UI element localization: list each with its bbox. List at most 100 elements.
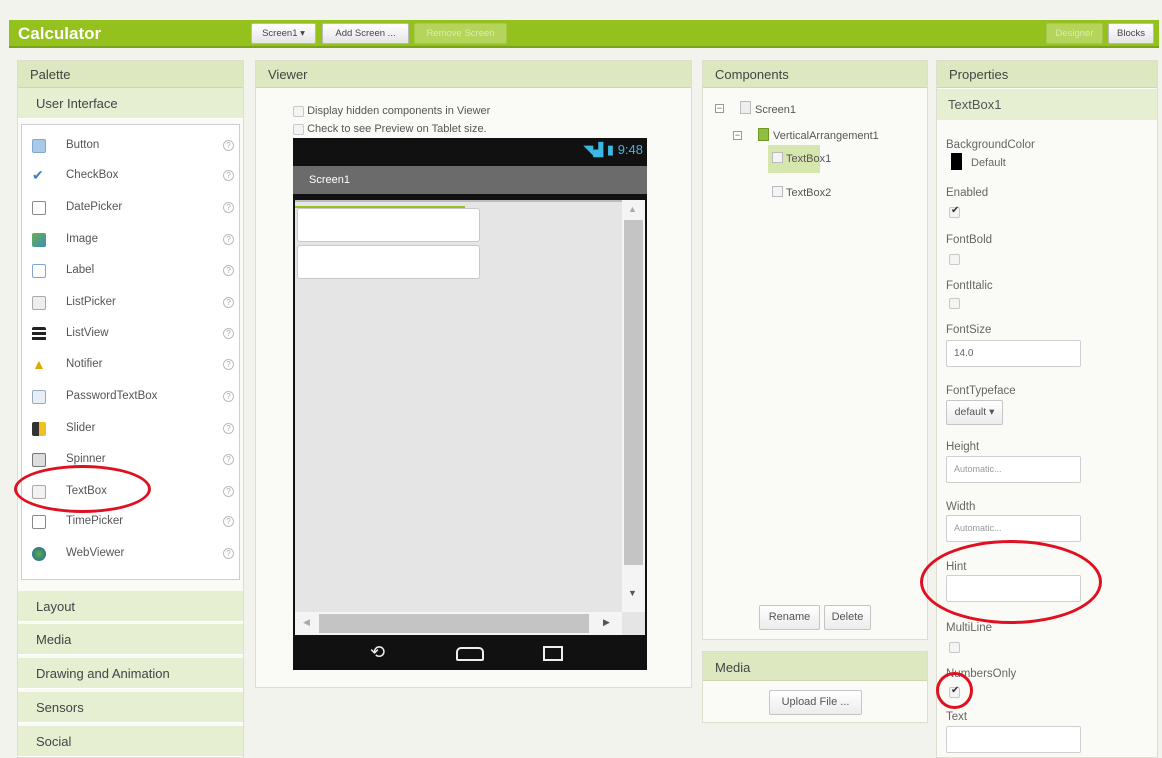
palette-item-datepicker[interactable]: DatePicker? (22, 192, 239, 223)
delete-button[interactable]: Delete (824, 605, 871, 630)
checkbox-icon: ✔ (32, 167, 44, 183)
designer-button[interactable]: Designer (1046, 23, 1103, 44)
help-icon[interactable]: ? (223, 140, 234, 151)
components-panel: Components − Screen1 − VerticalArrangeme… (702, 60, 928, 640)
nav-bar: ⟲ (293, 638, 647, 670)
width-input[interactable]: Automatic... (946, 515, 1081, 542)
screen-select[interactable]: Screen1 ▾ (251, 23, 316, 44)
palette-category-user-interface[interactable]: User Interface (18, 88, 243, 119)
recent-apps-icon[interactable] (543, 646, 563, 661)
media-title: Media (703, 652, 927, 681)
palette-category-media[interactable]: Media (18, 624, 243, 655)
help-icon[interactable]: ? (223, 265, 234, 276)
height-label: Height (946, 441, 980, 453)
multiline-checkbox[interactable] (949, 640, 960, 654)
help-icon[interactable]: ? (223, 516, 234, 527)
spinner-icon (32, 453, 46, 467)
fontitalic-checkbox[interactable] (949, 296, 960, 310)
fontsize-label: FontSize (946, 324, 992, 336)
fontsize-input[interactable]: 14.0 (946, 340, 1081, 367)
fontbold-label: FontBold (946, 234, 993, 246)
palette-item-spinner[interactable]: Spinner? (22, 444, 239, 475)
textbox2-preview[interactable] (297, 245, 480, 279)
rename-button[interactable]: Rename (759, 605, 820, 630)
text-input[interactable] (946, 726, 1081, 753)
remove-screen-button[interactable]: Remove Screen (414, 23, 507, 44)
screen-title-bar: Screen1 (293, 166, 647, 194)
palette-item-checkbox[interactable]: ✔ CheckBox? (22, 160, 239, 191)
help-icon[interactable]: ? (223, 170, 234, 181)
palette-item-label[interactable]: Label? (22, 255, 239, 286)
listpicker-icon (32, 296, 46, 310)
calendar-icon (32, 201, 46, 215)
tree-item-textbox1[interactable]: TextBox1 (768, 145, 831, 173)
help-icon[interactable]: ? (223, 486, 234, 497)
tree-label-verticalarrangement1: VerticalArrangement1 (773, 130, 879, 142)
palette-item-listview[interactable]: ListView? (22, 318, 239, 349)
palette-item-label: Button (66, 139, 100, 151)
textbox-icon (772, 186, 783, 197)
help-icon[interactable]: ? (223, 548, 234, 559)
fontbold-checkbox[interactable] (949, 252, 960, 266)
help-icon[interactable]: ? (223, 391, 234, 402)
blocks-button[interactable]: Blocks (1108, 23, 1154, 44)
warning-icon: ▲ (32, 356, 46, 372)
help-icon[interactable]: ? (223, 328, 234, 339)
tablet-preview-checkbox[interactable] (293, 123, 304, 135)
palette-item-label: CheckBox (66, 169, 119, 181)
textbox1-preview[interactable] (297, 208, 480, 242)
enabled-checkbox[interactable] (949, 205, 960, 219)
bgcolor-value[interactable]: Default (971, 157, 1006, 169)
palette-category-layout[interactable]: Layout (18, 591, 243, 622)
palette-item-image[interactable]: Image? (22, 224, 239, 255)
collapse-icon[interactable]: − (733, 131, 742, 140)
height-input[interactable]: Automatic... (946, 456, 1081, 483)
help-icon[interactable]: ? (223, 359, 234, 370)
help-icon[interactable]: ? (223, 454, 234, 465)
battery-icon: ▮ (606, 142, 615, 157)
palette-item-listpicker[interactable]: ListPicker? (22, 287, 239, 318)
tablet-preview-option[interactable]: Check to see Preview on Tablet size. (293, 123, 487, 135)
numbersonly-checkbox[interactable] (949, 685, 960, 699)
h-scrollbar-thumb[interactable] (319, 614, 589, 633)
palette-item-slider[interactable]: Slider? (22, 413, 239, 444)
palette-item-webviewer[interactable]: WebViewer? (22, 538, 239, 569)
bgcolor-swatch[interactable] (951, 153, 962, 170)
hidden-components-checkbox[interactable] (293, 105, 304, 117)
palette-category-social[interactable]: Social (18, 726, 243, 757)
back-icon[interactable]: ⟲ (370, 642, 385, 663)
home-icon[interactable] (456, 647, 484, 661)
palette-item-label: DatePicker (66, 201, 123, 213)
palette-item-notifier[interactable]: ▲ Notifier? (22, 349, 239, 380)
palette-item-button[interactable]: Button? (22, 130, 239, 161)
add-screen-button[interactable]: Add Screen ... (322, 23, 409, 44)
vertical-scrollbar[interactable]: ▲ ▼ (622, 200, 645, 612)
palette-item-timepicker[interactable]: TimePicker? (22, 506, 239, 537)
palette-item-passwordtextbox[interactable]: PasswordTextBox? (22, 381, 239, 412)
help-icon[interactable]: ? (223, 234, 234, 245)
horizontal-scrollbar[interactable]: ◀ ▶ (295, 612, 622, 635)
scroll-down-icon[interactable]: ▼ (628, 588, 637, 598)
palette-item-label: Label (66, 264, 95, 276)
help-icon[interactable]: ? (223, 423, 234, 434)
scroll-up-icon[interactable]: ▲ (628, 204, 637, 214)
palette-category-drawing-animation[interactable]: Drawing and Animation (18, 658, 243, 689)
textbox-icon (32, 485, 46, 499)
collapse-icon[interactable]: − (715, 104, 724, 113)
scrollbar-thumb[interactable] (624, 220, 643, 565)
palette-item-textbox[interactable]: TextBox? (22, 476, 239, 507)
help-icon[interactable]: ? (223, 297, 234, 308)
phone-preview: ◥▟ ▮ 9:48 Screen1 ▲ ▼ ◀ ▶ ⟲ (293, 138, 647, 670)
label-icon (32, 264, 46, 278)
upload-file-button[interactable]: Upload File ... (769, 690, 862, 715)
listview-icon (32, 327, 46, 341)
hidden-components-label: Display hidden components in Viewer (307, 105, 491, 117)
scroll-left-icon[interactable]: ◀ (303, 617, 310, 628)
fonttypeface-select[interactable]: default ▾ (946, 400, 1003, 425)
palette-category-sensors[interactable]: Sensors (18, 692, 243, 723)
viewer-panel: Viewer Display hidden components in View… (255, 60, 692, 688)
help-icon[interactable]: ? (223, 202, 234, 213)
hint-input[interactable] (946, 575, 1081, 602)
scroll-right-icon[interactable]: ▶ (603, 617, 610, 628)
hidden-components-option[interactable]: Display hidden components in Viewer (293, 105, 490, 117)
